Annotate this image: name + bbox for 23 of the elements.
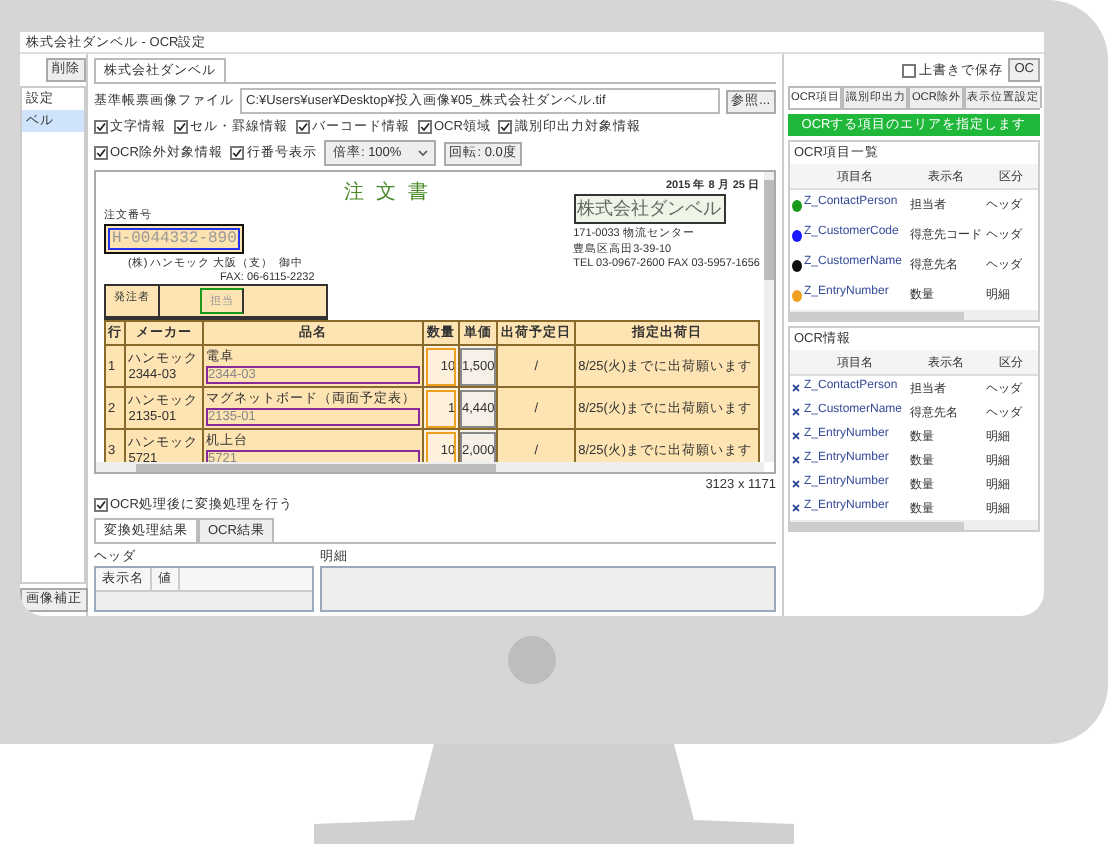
- checkbox[interactable]: [174, 120, 188, 134]
- checkbox[interactable]: [902, 63, 917, 77]
- delete-icon[interactable]: [792, 504, 800, 512]
- checkbox[interactable]: [94, 146, 108, 160]
- delete-icon[interactable]: [792, 456, 800, 464]
- checkbox[interactable]: [230, 146, 245, 160]
- checkbox[interactable]: [94, 498, 108, 512]
- checkbox[interactable]: [296, 120, 310, 134]
- checkbox[interactable]: [94, 120, 108, 134]
- checkbox[interactable]: [498, 120, 513, 134]
- delete-icon[interactable]: [792, 408, 800, 416]
- company-name: 株式会社ダンベル: [573, 194, 726, 224]
- delete-icon[interactable]: [792, 384, 800, 392]
- checkbox[interactable]: [418, 120, 432, 134]
- horizontal-scrollbar[interactable]: [790, 310, 1038, 320]
- horizontal-scrollbar[interactable]: [790, 520, 1038, 530]
- document-title: 注文書: [344, 179, 440, 206]
- delete-icon[interactable]: [792, 432, 800, 440]
- chevron-down-icon: [417, 150, 428, 156]
- delete-icon[interactable]: [792, 480, 800, 488]
- vertical-scrollbar[interactable]: [764, 172, 774, 462]
- horizontal-scrollbar[interactable]: [96, 462, 764, 472]
- order-number-field: H-0044332-890: [104, 224, 245, 254]
